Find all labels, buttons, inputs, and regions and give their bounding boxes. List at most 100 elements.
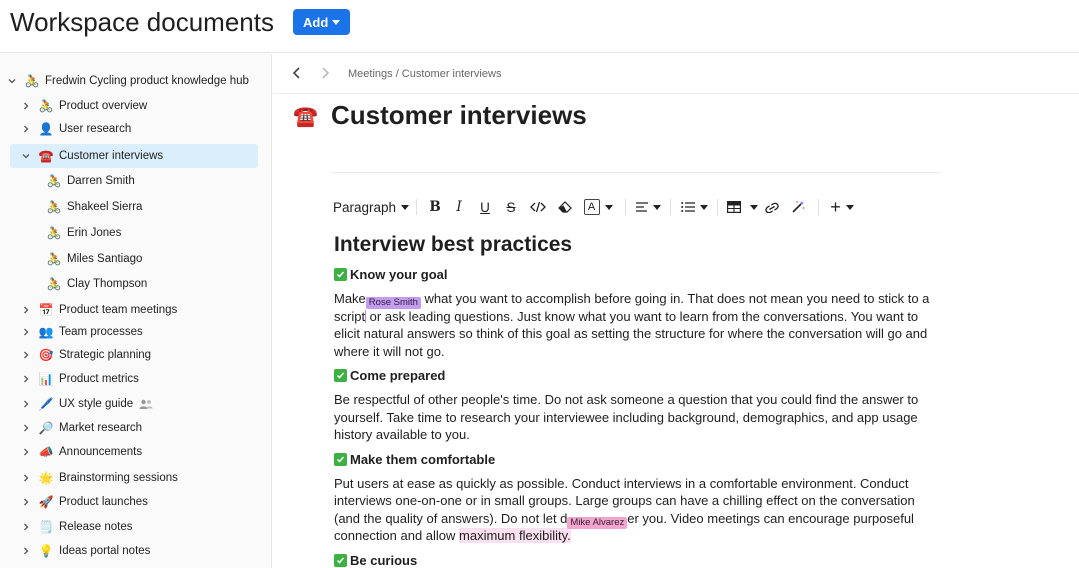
chevron-right-icon[interactable]	[20, 349, 32, 361]
underline-icon[interactable]: U	[472, 196, 498, 218]
sidebar-item-ux-style-guide[interactable]: 🖊️ UX style guide	[20, 392, 153, 416]
magic-wand-icon[interactable]	[785, 196, 811, 218]
cyclist-icon: 🚴	[24, 74, 40, 88]
telephone-icon: ☎️	[38, 149, 54, 163]
collaborator-cursor-mike: Mike Alvarez	[567, 516, 628, 529]
sidebar-item-release-notes[interactable]: 🗒️ Release notes	[20, 515, 133, 539]
subheading: Be curious	[334, 552, 944, 568]
checkmark-icon	[334, 369, 347, 383]
sidebar-item-label: Product team meetings	[59, 304, 178, 316]
chevron-down-icon	[401, 204, 410, 210]
people-icon: 👥	[38, 325, 54, 339]
cyclist-icon: 🚴	[46, 252, 62, 266]
bar-chart-icon: 📊	[38, 372, 54, 386]
text-color-dropdown[interactable]: A	[578, 196, 618, 218]
sidebar-item-label: User research	[59, 123, 132, 135]
sidebar-item-label: Fredwin Cycling product knowledge hub	[45, 75, 249, 87]
document-title[interactable]: Customer interviews	[331, 100, 587, 131]
chevron-down-icon[interactable]	[6, 75, 18, 87]
paragraph: Put users at ease as quickly as possible…	[334, 475, 944, 545]
sidebar-item-product-team-meetings[interactable]: 📅 Product team meetings	[20, 298, 177, 322]
chevron-right-icon[interactable]	[20, 545, 32, 557]
forward-arrow-icon[interactable]	[318, 66, 332, 80]
code-icon[interactable]	[524, 196, 552, 218]
subheading-text: Come prepared	[350, 368, 446, 384]
sidebar-item-product-metrics[interactable]: 📊 Product metrics	[20, 367, 139, 391]
eraser-icon[interactable]	[552, 196, 578, 218]
sidebar-item-label: Ideas portal notes	[59, 545, 151, 557]
sidebar-item-customer-interviews[interactable]: ☎️ Customer interviews	[10, 144, 258, 168]
sidebar-item-user-research[interactable]: 👤 User research	[20, 117, 131, 141]
sidebar-item-label: Market research	[59, 422, 143, 434]
sidebar-item-market-research[interactable]: 🔎 Market research	[20, 416, 142, 440]
sidebar-item-announcements[interactable]: 📣 Announcements	[20, 440, 142, 464]
table-dropdown[interactable]	[725, 196, 759, 218]
chevron-down-icon[interactable]	[20, 150, 32, 162]
add-button[interactable]: Add	[293, 9, 351, 35]
sidebar-item-clay-thompson[interactable]: 🚴 Clay Thompson	[40, 272, 148, 296]
add-button-label: Add	[303, 14, 329, 30]
sidebar-item-label: Strategic planning	[59, 349, 152, 361]
chevron-right-icon[interactable]	[20, 304, 32, 316]
sidebar-item-ideas-portal-notes[interactable]: 💡 Ideas portal notes	[20, 539, 150, 563]
chevron-right-icon[interactable]	[20, 100, 32, 112]
chevron-right-icon[interactable]	[20, 373, 32, 385]
sidebar-item-darren-smith[interactable]: 🚴 Darren Smith	[40, 169, 135, 193]
chevron-down-icon	[845, 204, 854, 210]
chevron-right-icon[interactable]	[20, 398, 32, 410]
chevron-right-icon[interactable]	[20, 123, 32, 135]
breadcrumb[interactable]: Meetings / Customer interviews	[348, 68, 501, 80]
sidebar-item-label: Product metrics	[59, 373, 139, 385]
sidebar-item-label: Product launches	[59, 496, 148, 508]
italic-icon[interactable]: I	[446, 196, 472, 218]
sidebar-item-label: Shakeel Sierra	[67, 201, 143, 213]
table-icon	[726, 201, 741, 213]
chevron-right-icon[interactable]	[20, 472, 32, 484]
chevron-right-icon[interactable]	[20, 422, 32, 434]
cyclist-icon: 🚴	[46, 226, 62, 240]
list-dropdown[interactable]	[678, 196, 710, 218]
chevron-right-icon[interactable]	[20, 521, 32, 533]
rocket-icon: 🚀	[38, 495, 54, 509]
link-icon[interactable]	[759, 196, 785, 218]
chevron-down-icon	[749, 204, 758, 210]
paragraph: Make Rose Smith what you want to accompli…	[334, 290, 944, 360]
toolbar-separator	[625, 199, 627, 215]
subheading-text: Make them comfortable	[350, 451, 496, 467]
sidebar-item-product-launches[interactable]: 🚀 Product launches	[20, 490, 148, 514]
chevron-right-icon[interactable]	[20, 446, 32, 458]
cyclist-icon: 🚴	[46, 174, 62, 188]
target-icon: 🎯	[38, 348, 54, 362]
toolbar-separator	[416, 199, 418, 215]
chevron-down-icon	[332, 20, 341, 25]
sidebar-item-label: Product overview	[59, 100, 148, 112]
paragraph-text: Make	[334, 291, 366, 307]
toolbar-separator	[818, 199, 820, 215]
chevron-right-icon[interactable]	[20, 496, 32, 508]
align-dropdown[interactable]	[633, 196, 663, 218]
chevron-right-icon[interactable]	[20, 326, 32, 338]
user-icon: 👤	[38, 122, 54, 136]
sidebar-item-team-processes[interactable]: 👥 Team processes	[20, 320, 143, 344]
sidebar-item-label: Darren Smith	[67, 175, 135, 187]
sidebar-item-strategic-planning[interactable]: 🎯 Strategic planning	[20, 343, 151, 367]
sidebar-item-shakeel-sierra[interactable]: 🚴 Shakeel Sierra	[40, 195, 143, 219]
sidebar-item-miles-santiago[interactable]: 🚴 Miles Santiago	[40, 247, 143, 271]
paragraph-style-dropdown[interactable]: Paragraph	[333, 196, 410, 218]
sidebar-item-erin-jones[interactable]: 🚴 Erin Jones	[40, 221, 122, 245]
insert-dropdown[interactable]: +	[826, 196, 858, 218]
bold-icon[interactable]: B	[424, 196, 446, 218]
strikethrough-icon[interactable]: S	[498, 196, 524, 218]
calendar-icon: 📅	[38, 303, 54, 317]
sidebar-root-item[interactable]: 🚴 Fredwin Cycling product knowledge hub	[6, 69, 249, 93]
sidebar-item-label: Brainstorming sessions	[59, 472, 178, 484]
sidebar-item-label: Release notes	[59, 521, 133, 533]
back-arrow-icon[interactable]	[290, 66, 304, 80]
sidebar-item-product-overview[interactable]: 🚴 Product overview	[20, 94, 147, 118]
paragraph: Be respectful of other people's time. Do…	[334, 392, 919, 443]
sidebar-item-label: Customer interviews	[59, 150, 164, 162]
telephone-icon[interactable]: ☎️	[293, 104, 318, 129]
breadcrumb-bar: Meetings / Customer interviews	[273, 54, 1079, 94]
editor-body[interactable]: Interview best practices Know your goal …	[334, 232, 944, 568]
sidebar-item-brainstorming-sessions[interactable]: 🌟 Brainstorming sessions	[20, 466, 178, 490]
